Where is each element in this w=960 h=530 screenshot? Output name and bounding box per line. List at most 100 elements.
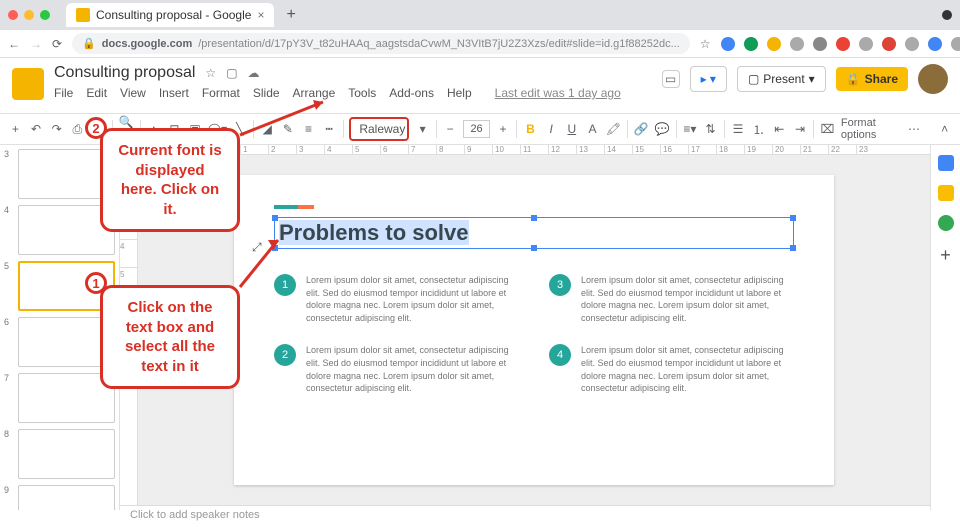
close-tab-icon[interactable]: × [257, 8, 264, 22]
item-number: 2 [274, 344, 296, 366]
numbered-list-icon[interactable]: ⒈ [751, 120, 766, 138]
font-selector[interactable]: Raleway [349, 117, 409, 141]
content-item-3[interactable]: 3 Lorem ipsum dolor sit amet, consectetur… [549, 274, 794, 324]
menu-format[interactable]: Format [202, 86, 240, 100]
underline-icon[interactable]: U [564, 120, 579, 138]
callout-1: Click on the text box and select all the… [100, 285, 240, 389]
window-maximize[interactable] [40, 10, 50, 20]
highlight-icon[interactable]: 🖍 [606, 120, 621, 138]
menu-view[interactable]: View [120, 86, 146, 100]
star-doc-icon[interactable]: ☆ [205, 66, 216, 80]
back-icon[interactable]: ← [8, 35, 20, 53]
move-icon[interactable]: ▢ [226, 66, 237, 80]
link-icon[interactable]: 🔗 [634, 120, 649, 138]
format-options[interactable]: Format options [841, 117, 901, 141]
font-dropdown-icon[interactable]: ▾ [415, 120, 430, 138]
content-item-1[interactable]: 1Lorem ipsum dolor sit amet, consectetur… [274, 274, 519, 324]
collapse-toolbar-icon[interactable]: ˄ [937, 120, 952, 138]
menu-addons[interactable]: Add-ons [389, 86, 434, 100]
menu-file[interactable]: File [54, 86, 73, 100]
decrease-font-icon[interactable]: − [443, 120, 458, 138]
url-path: /presentation/d/17pY3V_t82uHAAq_aagstsda… [198, 38, 680, 50]
browser-address-bar: ← → ⟳ 🔒 docs.google.com /presentation/d/… [0, 30, 960, 58]
app-header: Consulting proposal ☆ ▢ ☁ File Edit View… [0, 58, 960, 113]
undo-icon[interactable]: ↶ [29, 120, 44, 138]
menu-help[interactable]: Help [447, 86, 472, 100]
forward-icon[interactable]: → [30, 35, 42, 53]
line-spacing-icon[interactable]: ⇅ [703, 120, 718, 138]
indent-increase-icon[interactable]: ⇥ [793, 120, 808, 138]
browser-tab-bar: Consulting proposal - Google × + [0, 0, 960, 30]
item-text: Lorem ipsum dolor sit amet, consectetur … [581, 344, 794, 394]
bold-icon[interactable]: B [523, 120, 538, 138]
menu-edit[interactable]: Edit [86, 86, 107, 100]
item-text: Lorem ipsum dolor sit amet, consectetur … [581, 274, 794, 324]
add-button[interactable]: ▸ ▾ [690, 66, 727, 92]
new-tab-button[interactable]: + [286, 6, 295, 24]
reload-icon[interactable]: ⟳ [52, 35, 62, 53]
speaker-notes[interactable]: Click to add speaker notes [120, 505, 930, 524]
redo-icon[interactable]: ↷ [49, 120, 64, 138]
font-size-input[interactable]: 26 [463, 120, 489, 138]
horizontal-ruler: 1234567891011121314151617181920212223 [120, 145, 930, 155]
comment-icon[interactable]: 💬 [655, 120, 670, 138]
doc-title[interactable]: Consulting proposal [54, 64, 195, 82]
browser-tab[interactable]: Consulting proposal - Google × [66, 3, 274, 27]
extension-icons [721, 37, 960, 51]
item-number: 4 [549, 344, 571, 366]
canvas-area: 1234567891011121314151617181920212223 12… [120, 145, 930, 510]
thumbnail-3[interactable]: 3 [4, 149, 115, 199]
callout-1-badge: 1 [85, 272, 107, 294]
side-panel: + [930, 145, 960, 510]
content-item-4[interactable]: 4 Lorem ipsum dolor sit amet, consectetur… [549, 344, 794, 394]
thumbnail-4[interactable]: 4 [4, 205, 115, 255]
callout-2-arrow [238, 97, 338, 137]
slides-favicon [76, 8, 90, 22]
thumbnail-7[interactable]: 7 [4, 373, 115, 423]
window-close[interactable] [8, 10, 18, 20]
callout-1-arrow [238, 232, 288, 292]
more-icon[interactable]: ⋯ [907, 120, 922, 138]
thumbnail-9[interactable]: 9 [4, 485, 115, 510]
menu-tools[interactable]: Tools [348, 86, 376, 100]
present-button[interactable]: ▢ Present ▾ [737, 66, 826, 92]
tasks-icon[interactable] [938, 215, 954, 231]
accent-bar [274, 205, 314, 209]
thumbnail-8[interactable]: 8 [4, 429, 115, 479]
url-host: docs.google.com [102, 38, 192, 50]
italic-icon[interactable]: I [544, 120, 559, 138]
text-color-icon[interactable]: A [585, 120, 600, 138]
list-icon[interactable]: ☰ [731, 120, 746, 138]
menu-insert[interactable]: Insert [159, 86, 189, 100]
last-edit[interactable]: Last edit was 1 day ago [495, 86, 621, 100]
lock-icon: 🔒 [82, 37, 96, 50]
star-icon[interactable]: ☆ [700, 35, 711, 53]
calendar-icon[interactable] [938, 155, 954, 171]
title-text[interactable]: Problems to solve [279, 220, 469, 245]
callout-2-badge: 2 [85, 117, 107, 139]
print-icon[interactable]: ⎙ [70, 120, 85, 138]
account-avatar[interactable] [918, 64, 948, 94]
content-item-2[interactable]: 2 Lorem ipsum dolor sit amet, consectetur… [274, 344, 519, 394]
slides-logo[interactable] [12, 68, 44, 100]
increase-font-icon[interactable]: + [496, 120, 511, 138]
url-bar[interactable]: 🔒 docs.google.com /presentation/d/17pY3V… [72, 33, 690, 54]
new-slide-icon[interactable]: + [8, 120, 23, 138]
slide-canvas[interactable]: Problems to solve ⤢ 1Lorem ipsum dolor s… [234, 175, 834, 485]
tab-title: Consulting proposal - Google [96, 8, 251, 22]
comments-icon[interactable]: ▭ [662, 70, 680, 88]
window-minimize[interactable] [24, 10, 34, 20]
keep-icon[interactable] [938, 185, 954, 201]
share-button[interactable]: 🔒 Share [836, 67, 908, 91]
title-text-box[interactable]: Problems to solve [274, 217, 794, 249]
thumbnail-6[interactable]: 6 [4, 317, 115, 367]
cloud-icon[interactable]: ☁ [248, 66, 260, 80]
align-icon[interactable]: ≡▾ [683, 120, 698, 138]
add-addon-icon[interactable]: + [938, 245, 954, 261]
profile-dot[interactable] [942, 10, 952, 20]
indent-decrease-icon[interactable]: ⇤ [772, 120, 787, 138]
item-text: Lorem ipsum dolor sit amet, consectetur … [306, 274, 519, 324]
item-number: 3 [549, 274, 571, 296]
item-text: Lorem ipsum dolor sit amet, consectetur … [306, 344, 519, 394]
clear-format-icon[interactable]: ⌧ [820, 120, 835, 138]
